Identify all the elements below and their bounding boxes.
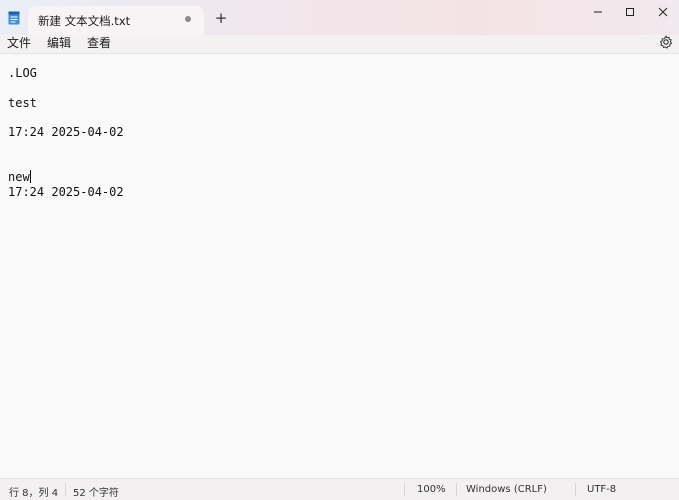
menu-file[interactable]: 文件 [7,35,31,51]
status-divider [65,483,66,496]
status-divider [575,483,576,496]
text-editor[interactable]: .LOG test 17:24 2025-04-02 new 17:24 202… [0,54,679,478]
editor-line-9: 17:24 2025-04-02 [8,185,124,199]
zoom-level[interactable]: 100% [417,484,446,495]
notepad-icon [8,11,20,25]
new-tab-button[interactable]: + [211,9,231,29]
menu-bar: 文件 编辑 查看 [0,35,679,53]
character-count: 52 个字符 [73,488,119,499]
unsaved-dot-icon[interactable] [185,16,191,22]
menu-view[interactable]: 查看 [87,35,111,51]
close-button[interactable] [647,0,679,24]
editor-line-8-text: new [8,170,30,184]
editor-line-3: test [8,96,37,110]
text-caret [29,170,31,183]
title-bar: 新建 文本文档.txt + [0,0,679,35]
editor-line-1: .LOG [8,66,37,80]
encoding[interactable]: UTF-8 [587,484,616,495]
status-bar: 行 8，列 4 52 个字符 100% Windows (CRLF) UTF-8 [0,478,679,500]
minimize-icon [594,11,602,13]
menu-edit[interactable]: 编辑 [47,35,71,51]
editor-line-5: 17:24 2025-04-02 [8,125,124,139]
maximize-button[interactable] [614,0,646,24]
tab-title: 新建 文本文档.txt [38,14,131,28]
tab-document[interactable]: 新建 文本文档.txt [28,6,204,35]
status-divider [404,483,405,496]
status-divider [456,483,457,496]
minimize-button[interactable] [582,0,614,24]
line-ending[interactable]: Windows (CRLF) [466,484,547,495]
close-icon [658,7,668,17]
cursor-position[interactable]: 行 8，列 4 [9,484,58,499]
maximize-icon [626,8,634,16]
editor-line-8: new [8,170,31,184]
gear-icon[interactable] [659,35,673,49]
